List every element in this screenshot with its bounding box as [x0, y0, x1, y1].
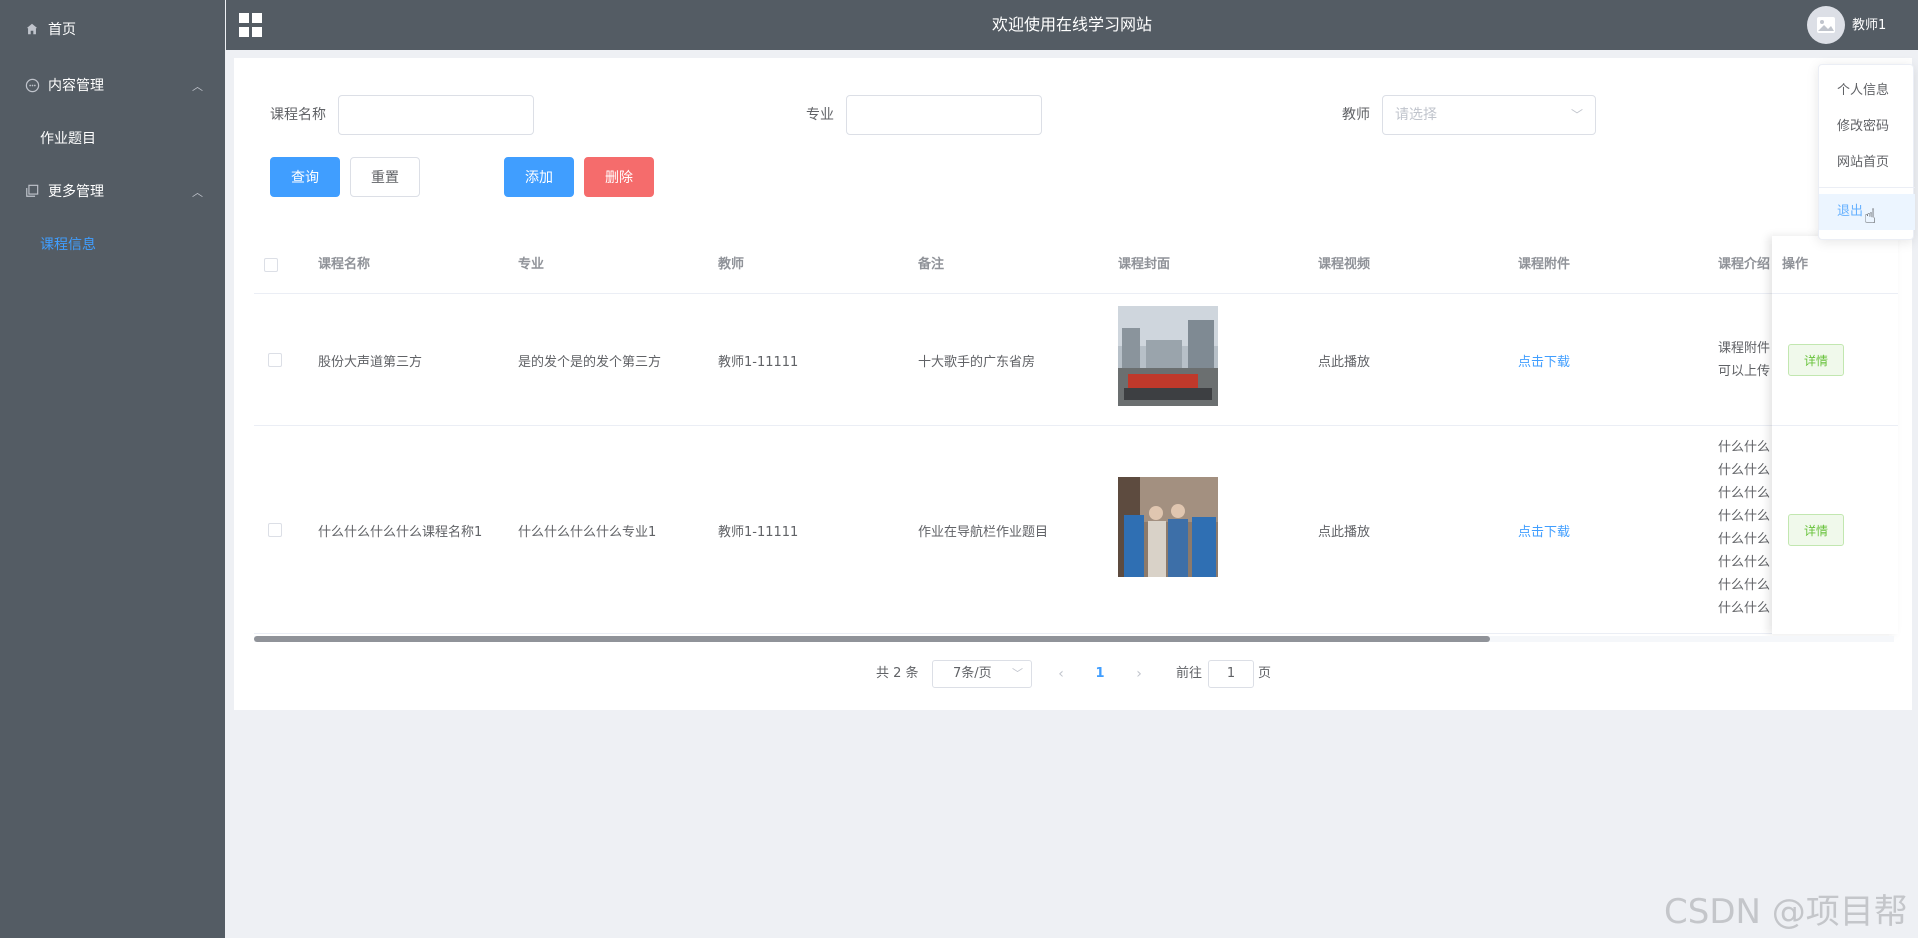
intro-line: 可以上传: [1718, 364, 1771, 379]
cell-teacher: 教师1-11111: [718, 355, 799, 370]
chevron-up-icon: ︿: [192, 186, 203, 199]
cell-course-name: 什么什么什么什么课程名称1: [318, 525, 483, 540]
column-header: 备注: [918, 257, 945, 272]
column-header: 课程视频: [1318, 257, 1371, 272]
download-link[interactable]: 点击下载: [1518, 351, 1570, 370]
teacher-label: 教师: [1342, 107, 1370, 123]
column-header: 教师: [718, 257, 745, 272]
table-header: 课程名称 专业 教师 备注 课程封面 课程视频 课程附件 课程介绍: [254, 236, 1894, 294]
column-header: 课程附件: [1518, 257, 1571, 272]
menu-toggle-icon[interactable]: [239, 13, 263, 37]
table-row: 股份大声道第三方 是的发个是的发个第三方 教师1-11111 十大歌手的广东省房…: [254, 294, 1894, 426]
intro-line: 课程附件: [1718, 341, 1771, 356]
chat-icon: [24, 77, 40, 93]
menu-item-profile[interactable]: 个人信息: [1819, 73, 1915, 109]
copy-icon: [24, 183, 40, 199]
page-number[interactable]: 1: [1090, 660, 1110, 688]
prev-page-icon[interactable]: ‹: [1051, 660, 1071, 688]
avatar[interactable]: [1807, 6, 1845, 44]
menu-item-site-home[interactable]: 网站首页: [1819, 145, 1915, 181]
column-header: 课程名称: [318, 257, 371, 272]
cell-intro: 什么什么 什么什么 什么什么 什么什么 什么什么 什么什么 什么什么 什么什么: [1718, 436, 1776, 620]
column-header: 课程封面: [1118, 257, 1171, 272]
sidebar-item-label: 内容管理: [48, 78, 104, 94]
column-header: 课程介绍: [1718, 257, 1771, 272]
horizontal-scrollbar[interactable]: [254, 636, 1490, 642]
action-column: 操作 详情 详情: [1772, 236, 1898, 634]
watermark: CSDN @项目帮: [1664, 892, 1908, 932]
intro-line: 什么什么: [1718, 440, 1771, 455]
intro-line: 什么什么: [1718, 555, 1771, 570]
cell-remark: 作业在导航栏作业题目: [918, 525, 1049, 540]
pagination-total: 共 2 条: [876, 666, 919, 681]
page-suffix: 页: [1258, 666, 1272, 681]
cell-major: 什么什么什么什么专业1: [518, 525, 657, 540]
course-cover-image[interactable]: [1118, 477, 1218, 577]
add-button[interactable]: 添加: [504, 157, 574, 197]
divider: [1772, 293, 1898, 294]
course-name-label: 课程名称: [270, 107, 326, 123]
sidebar-item-course-info[interactable]: 课程信息: [0, 219, 225, 269]
sidebar-item-home[interactable]: 首页: [0, 4, 225, 54]
table-row: 什么什么什么什么课程名称1 什么什么什么什么专业1 教师1-11111 作业在导…: [254, 426, 1894, 634]
username[interactable]: 教师1: [1852, 0, 1886, 50]
sidebar-item-more-management[interactable]: 更多管理 ︿: [0, 166, 225, 216]
sidebar: 首页 内容管理 ︿ 作业题目 更多管理 ︿ 课程信息: [0, 0, 225, 938]
query-button[interactable]: 查询: [270, 157, 340, 197]
home-icon: [24, 21, 40, 37]
next-page-icon[interactable]: ›: [1129, 660, 1149, 688]
hand-cursor-icon: ☝: [1864, 204, 1877, 228]
column-header: 操作: [1782, 257, 1809, 272]
cell-teacher: 教师1-11111: [718, 525, 799, 540]
menu-item-change-password[interactable]: 修改密码: [1819, 109, 1915, 145]
divider: [1819, 187, 1915, 188]
major-input[interactable]: [846, 95, 1042, 135]
intro-line: 什么什么: [1718, 532, 1771, 547]
chevron-up-icon: ︿: [192, 80, 203, 93]
detail-button[interactable]: 详情: [1788, 344, 1844, 376]
intro-line: 什么什么: [1718, 486, 1771, 501]
page-size-select[interactable]: 7条/页 ﹀: [932, 660, 1032, 688]
cell-course-name: 股份大声道第三方: [318, 355, 423, 370]
top-header: 欢迎使用在线学习网站 教师1: [226, 0, 1918, 50]
sidebar-item-label: 更多管理: [48, 184, 104, 200]
goto-page-input[interactable]: 1: [1208, 660, 1254, 688]
sidebar-item-label: 首页: [48, 22, 76, 38]
column-header: 专业: [518, 257, 545, 272]
select-all-checkbox[interactable]: [264, 258, 278, 272]
cell-intro: 课程附件 可以上传: [1718, 337, 1776, 383]
cell-video[interactable]: 点此播放: [1318, 521, 1370, 540]
image-icon: [1817, 17, 1835, 33]
teacher-select-placeholder: 请选择: [1395, 107, 1437, 123]
detail-button[interactable]: 详情: [1788, 514, 1844, 546]
course-cover-image[interactable]: [1118, 306, 1218, 406]
delete-button[interactable]: 删除: [584, 157, 654, 197]
sidebar-item-content-management[interactable]: 内容管理 ︿: [0, 60, 225, 110]
intro-line: 什么什么: [1718, 509, 1771, 524]
sidebar-item-label: 课程信息: [40, 237, 96, 253]
intro-line: 什么什么: [1718, 578, 1771, 593]
chevron-down-icon: ﹀: [1012, 667, 1023, 680]
download-link[interactable]: 点击下载: [1518, 521, 1570, 540]
goto-label: 前往: [1176, 666, 1203, 681]
chevron-down-icon: ﹀: [1570, 108, 1583, 122]
divider: [1772, 425, 1898, 426]
cell-major: 是的发个是的发个第三方: [518, 355, 662, 370]
course-name-input[interactable]: [338, 95, 534, 135]
page-size-value: 7条/页: [953, 666, 992, 681]
major-label: 专业: [806, 107, 834, 123]
teacher-select[interactable]: 请选择 ﹀: [1382, 95, 1596, 135]
page-title: 欢迎使用在线学习网站: [991, 15, 1152, 34]
intro-line: 什么什么: [1718, 463, 1771, 478]
reset-button[interactable]: 重置: [350, 157, 420, 197]
sidebar-item-homework[interactable]: 作业题目: [0, 113, 225, 163]
row-checkbox[interactable]: [268, 353, 282, 367]
sidebar-item-label: 作业题目: [40, 131, 96, 147]
row-checkbox[interactable]: [268, 523, 282, 537]
cell-video[interactable]: 点此播放: [1318, 351, 1370, 370]
intro-line: 什么什么: [1718, 601, 1771, 616]
cell-remark: 十大歌手的广东省房: [918, 355, 1036, 370]
